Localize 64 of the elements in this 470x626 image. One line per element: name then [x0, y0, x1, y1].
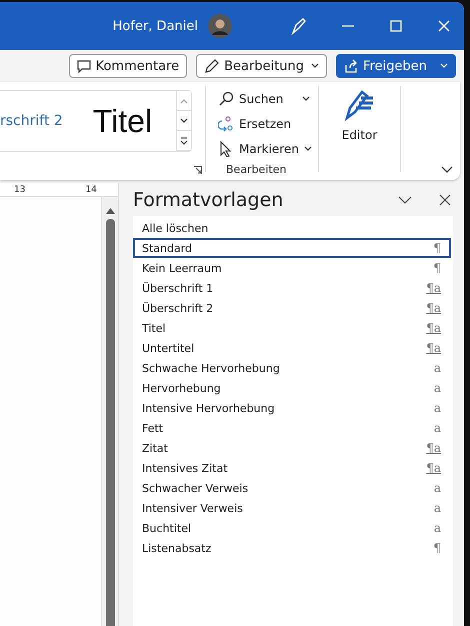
dialog-launcher-icon[interactable] [194, 166, 202, 174]
editor-button[interactable]: Editor [319, 82, 400, 180]
character-style-icon: a [434, 421, 441, 435]
ruler-number: 14 [85, 184, 97, 194]
style-item[interactable]: Alle löschen [133, 218, 451, 238]
share-button[interactable]: Freigeben [336, 54, 456, 78]
linked-style-icon: ¶a [426, 461, 441, 475]
style-item[interactable]: Untertitel ¶a [133, 338, 451, 358]
linked-style-icon: ¶a [426, 341, 441, 355]
caret-icon [180, 118, 188, 124]
style-item[interactable]: Hervorhebung a [133, 378, 451, 398]
style-preview[interactable]: Titel [92, 102, 152, 140]
select-button[interactable]: Markieren [218, 136, 318, 161]
linked-style-icon: ¶a [426, 301, 441, 315]
style-item[interactable]: Intensives Zitat ¶a [133, 458, 451, 478]
editing-mode-button[interactable]: Bearbeitung [196, 54, 328, 78]
style-item[interactable]: Kein Leerraum ¶ [133, 258, 451, 278]
pencil-icon [204, 58, 220, 74]
linked-style-icon: ¶a [426, 321, 441, 335]
caret-icon [440, 63, 448, 69]
replace-icon [218, 116, 234, 132]
caret-icon [311, 63, 320, 69]
character-style-icon: a [434, 521, 441, 535]
style-item[interactable]: Titel ¶a [133, 318, 451, 338]
avatar-icon[interactable] [208, 14, 232, 38]
style-preview[interactable]: rschrift 2 [0, 113, 63, 129]
style-item[interactable]: Intensive Hervorhebung a [133, 398, 451, 418]
comments-button[interactable]: Kommentare [68, 54, 188, 78]
style-item[interactable]: Schwacher Verweis a [133, 478, 451, 498]
linked-style-icon: ¶a [426, 281, 441, 295]
search-icon [218, 90, 234, 106]
style-item[interactable]: Zitat ¶a [133, 438, 451, 458]
style-item[interactable]: Listenabsatz ¶ [133, 538, 451, 558]
share-icon [344, 59, 358, 73]
paragraph-style-icon: ¶ [433, 541, 441, 555]
linked-style-icon: ¶a [426, 441, 441, 455]
user-name: Hofer, Daniel [112, 18, 198, 34]
paragraph-style-icon: ¶ [433, 261, 441, 275]
scrollbar-thumb[interactable] [106, 219, 114, 626]
comment-icon [76, 59, 91, 73]
find-button[interactable]: Suchen [218, 86, 318, 111]
caret-icon [302, 96, 310, 102]
expand-icon [180, 136, 188, 144]
style-item[interactable]: Überschrift 1 ¶a [133, 278, 451, 298]
character-style-icon: a [434, 501, 441, 515]
close-pane-button[interactable] [437, 192, 453, 208]
scroll-up-icon[interactable] [106, 207, 114, 214]
character-style-icon: a [434, 481, 441, 495]
style-item[interactable]: Fett a [133, 418, 451, 438]
style-item[interactable]: Buchtitel a [133, 518, 451, 538]
style-item[interactable]: Standard ¶ [133, 238, 451, 258]
caret-icon [304, 146, 312, 152]
style-item[interactable]: Schwache Hervorhebung a [133, 358, 451, 378]
paragraph-style-icon: ¶ [433, 241, 441, 255]
cursor-icon [218, 140, 234, 156]
replace-button[interactable]: Ersetzen [218, 111, 318, 136]
pane-title: Formatvorlagen [133, 188, 284, 210]
character-style-icon: a [434, 381, 441, 395]
style-item[interactable]: Überschrift 2 ¶a [133, 298, 451, 318]
ruler-number: 13 [14, 184, 26, 194]
character-style-icon: a [434, 401, 441, 415]
group-label: Bearbeiten [226, 163, 288, 176]
style-item[interactable]: Intensiver Verweis a [133, 498, 451, 518]
character-style-icon: a [434, 361, 441, 375]
